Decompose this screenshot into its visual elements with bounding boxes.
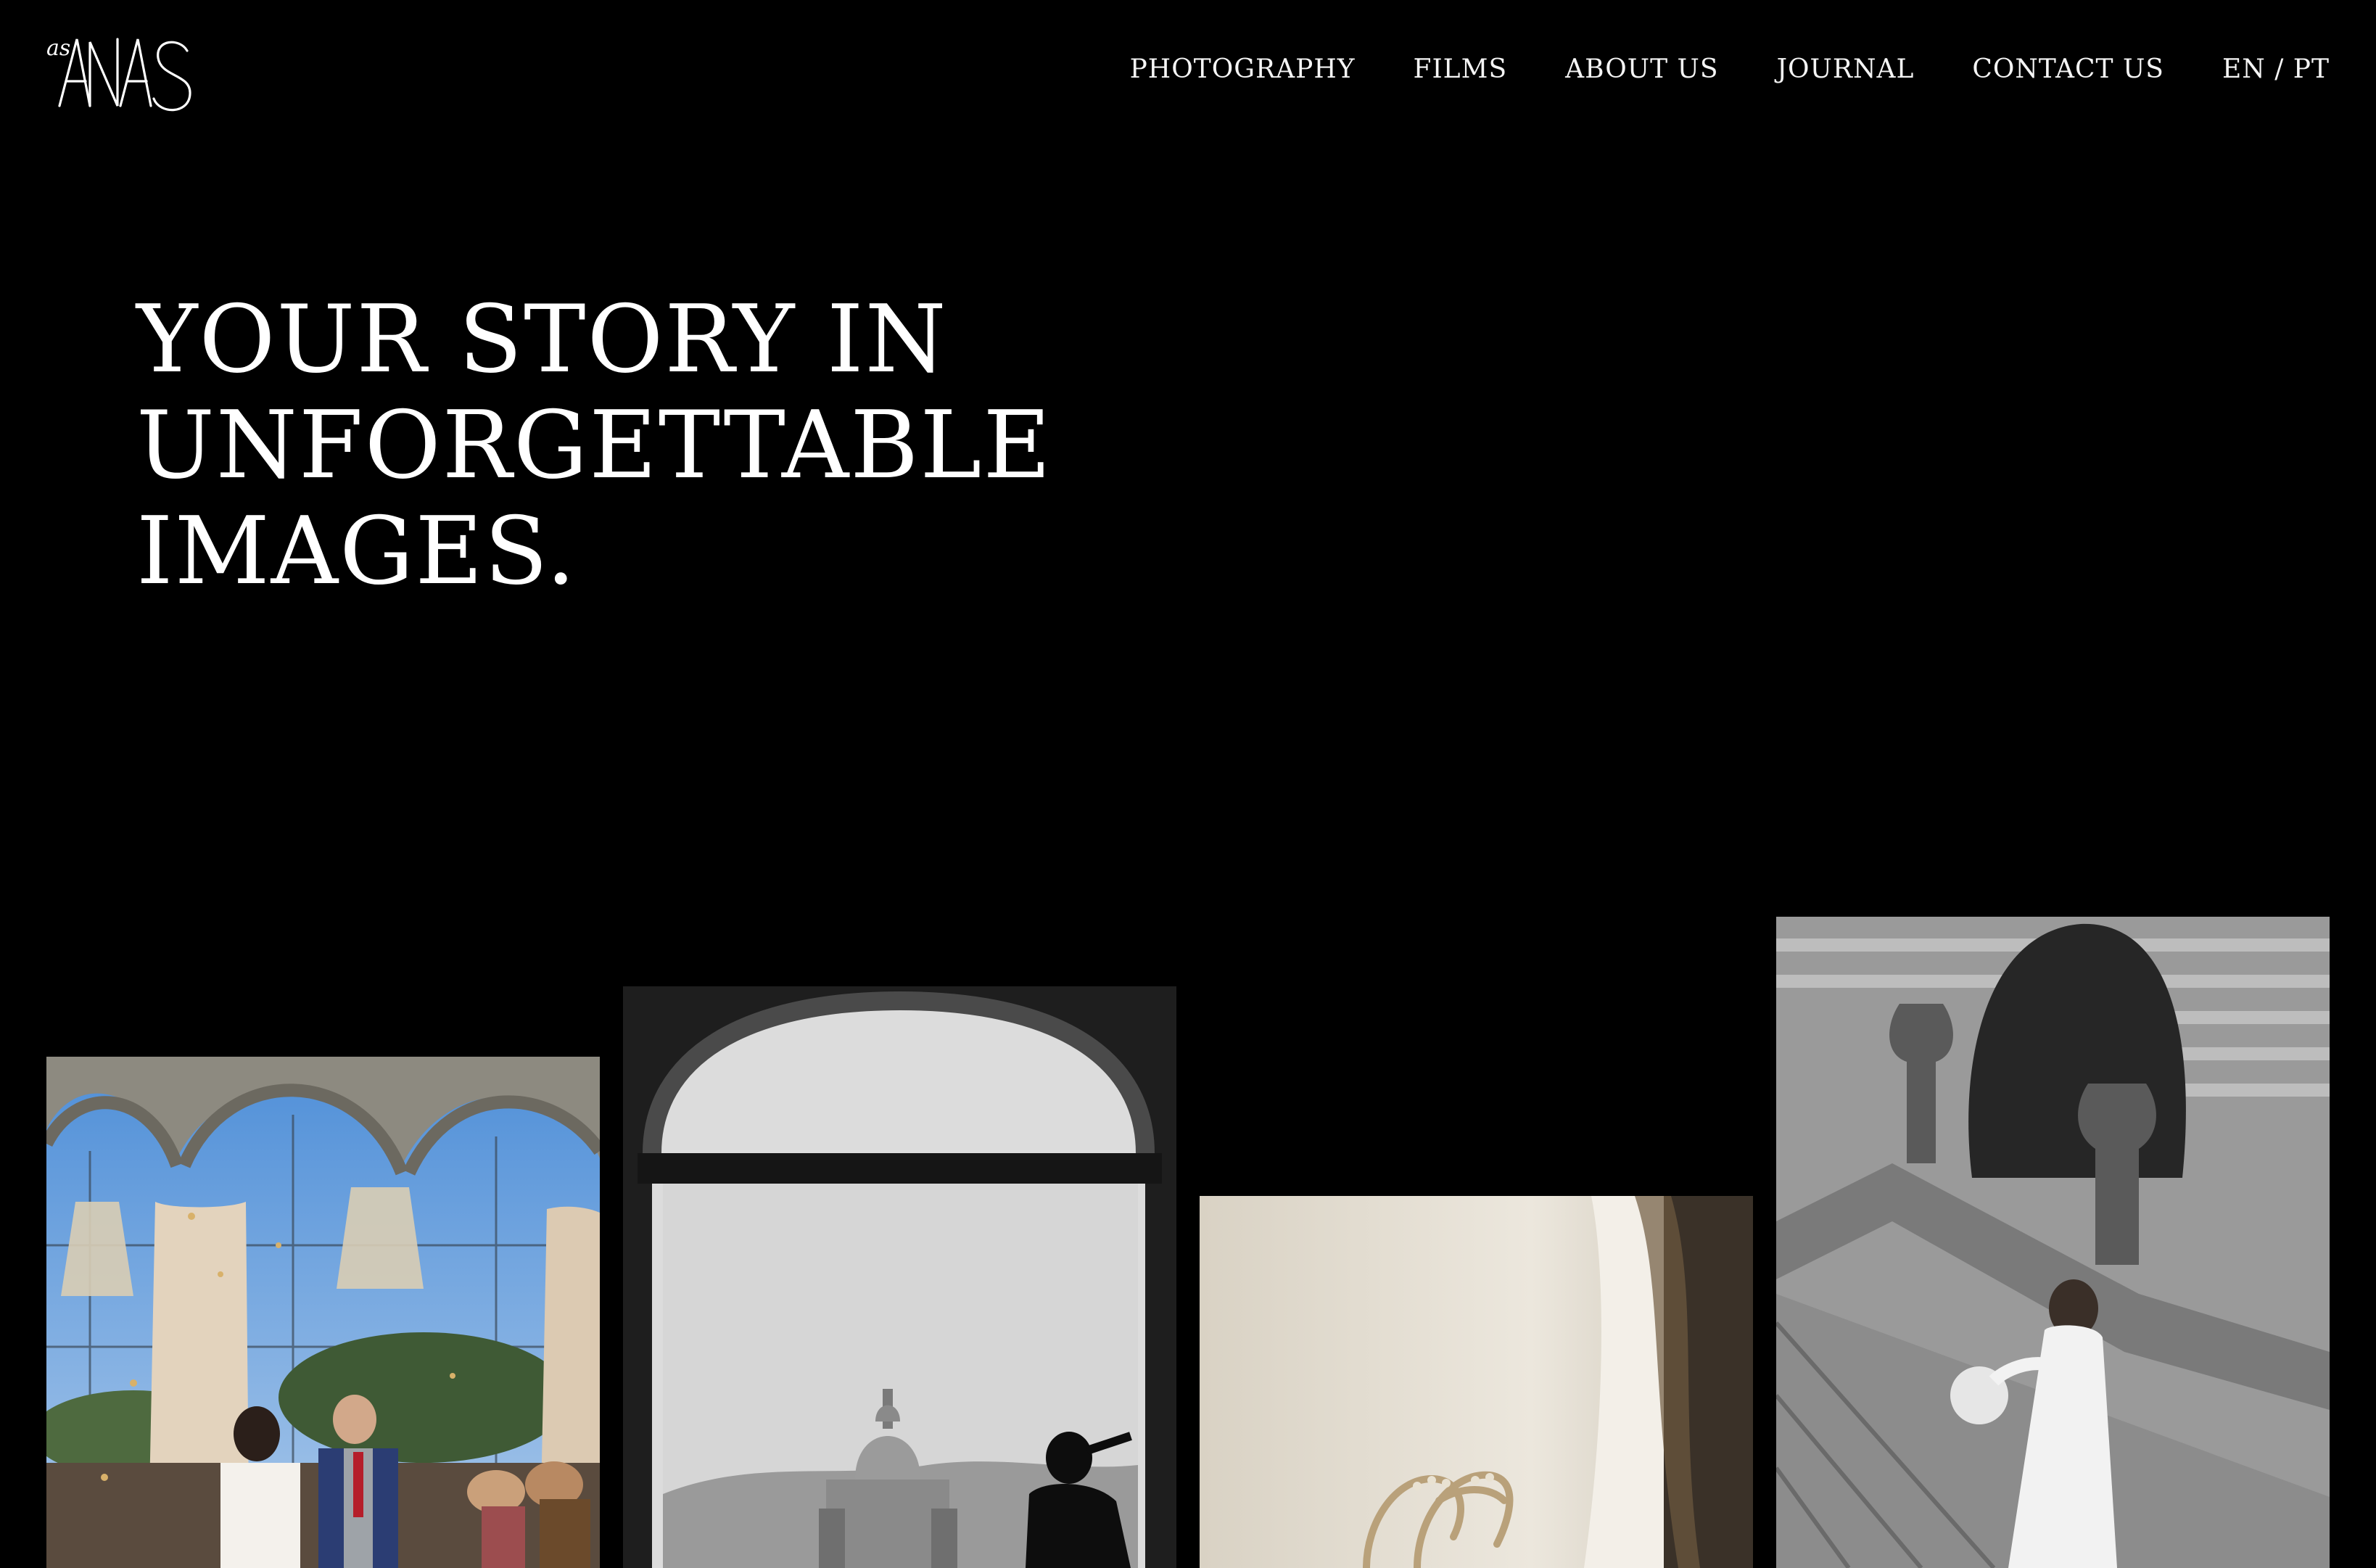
- brand-logo[interactable]: as: [45, 26, 197, 117]
- gallery-photo-bride-stairs[interactable]: [1776, 917, 2330, 1568]
- nav-contact-us[interactable]: CONTACT US: [1972, 46, 2164, 93]
- language-switcher[interactable]: EN / PT: [2222, 46, 2330, 93]
- hero-line-3: IMAGES.: [136, 498, 577, 606]
- hero-line-2: UNFORGETTABLE: [136, 392, 1052, 500]
- nav-about-us[interactable]: ABOUT US: [1565, 46, 1718, 93]
- gallery-photo-shoes[interactable]: [1200, 1196, 1753, 1568]
- hero-headline: YOUR STORY IN UNFORGETTABLE IMAGES.: [136, 287, 1152, 605]
- svg-text:as: as: [46, 36, 70, 61]
- main-nav: PHOTOGRAPHY FILMS ABOUT US JOURNAL CONTA…: [1130, 46, 2330, 93]
- hero-line-1: YOUR STORY IN: [136, 286, 948, 394]
- nav-films[interactable]: FILMS: [1413, 46, 1507, 93]
- nav-photography[interactable]: PHOTOGRAPHY: [1130, 46, 1356, 93]
- gallery-photo-ceremony[interactable]: [46, 1057, 600, 1568]
- nav-journal[interactable]: JOURNAL: [1777, 46, 1915, 93]
- gallery-photo-window[interactable]: [623, 986, 1176, 1568]
